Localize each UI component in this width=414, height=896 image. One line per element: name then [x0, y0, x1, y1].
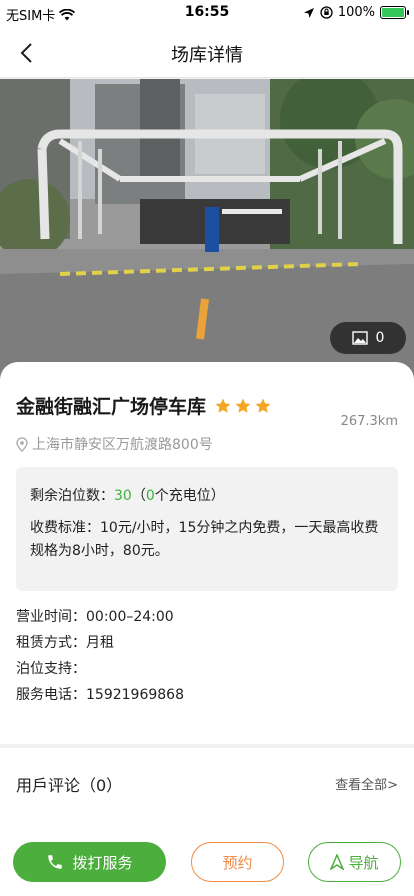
- service-phone[interactable]: 服务电话：15921969868: [16, 682, 184, 708]
- distance: 267.3km: [340, 414, 398, 429]
- parking-photo[interactable]: 0: [0, 79, 414, 379]
- navigation-arrow-icon: [330, 854, 345, 870]
- address-text: 上海市静安区万航渡路800号: [32, 437, 213, 453]
- battery-icon: [380, 6, 409, 19]
- space-support: 泊位支持：: [16, 661, 86, 677]
- call-service-label: 拨打服务: [72, 853, 133, 872]
- status-bar: 无SIM卡 16:55 100%: [0, 0, 414, 28]
- call-service-button[interactable]: 拨打服务: [13, 842, 166, 882]
- star-icon: [235, 398, 251, 413]
- photo-count-badge[interactable]: 0: [330, 322, 406, 354]
- spaces-row: 剩余泊位数：30（0个充电位）: [30, 485, 384, 507]
- battery-percent: 100%: [337, 5, 375, 20]
- business-hours: 营业时间：00:00–24:00: [16, 609, 174, 625]
- spaces-value: 30: [114, 488, 132, 504]
- page-title: 场库详情: [171, 45, 243, 66]
- fee-standard: 收费标准：10元/小时，15分钟之内免费，一天最高收费规格为8小时，80元。: [30, 520, 379, 559]
- navigate-button[interactable]: 导航: [308, 842, 401, 882]
- lot-details: 营业时间：00:00–24:00 租赁方式：月租 泊位支持： 服务电话：1592…: [16, 604, 184, 708]
- charging-open: （: [131, 488, 146, 504]
- bottom-action-bar: 拨打服务 预约 导航: [0, 828, 414, 896]
- reserve-label: 预约: [222, 853, 253, 872]
- status-right: 100%: [303, 5, 409, 20]
- rating-stars: [214, 397, 272, 415]
- location-arrow-icon: [303, 7, 314, 18]
- lot-name: 金融街融汇广场停车库: [16, 396, 207, 418]
- spaces-label: 剩余泊位数：: [30, 488, 114, 504]
- photo-count: 0: [375, 330, 385, 346]
- user-comments-section: 用戶评论（0） 查看全部>: [0, 748, 414, 828]
- reserve-button[interactable]: 预约: [191, 842, 284, 882]
- orientation-lock-icon: [320, 6, 333, 19]
- navigate-label: 导航: [348, 853, 379, 872]
- comments-title: 用戶评论（0）: [16, 776, 123, 795]
- lot-header: 金融街融汇广场停车库: [16, 392, 272, 419]
- view-all-comments-link[interactable]: 查看全部>: [335, 774, 398, 793]
- location-pin-icon: [16, 436, 28, 452]
- charging-value: 0: [145, 488, 155, 504]
- lot-detail-card: 金融街融汇广场停车库 267.3km 上海市静安区万航渡路800号 剩余泊位数：…: [0, 362, 414, 744]
- charging-label: 个充电位）: [154, 488, 225, 504]
- star-icon: [255, 398, 271, 413]
- pricing-info-box: 剩余泊位数：30（0个充电位） 收费标准：10元/小时，15分钟之内免费，一天最…: [16, 467, 398, 591]
- address-row[interactable]: 上海市静安区万航渡路800号: [16, 434, 213, 454]
- phone-icon: [48, 855, 63, 869]
- star-icon: [215, 398, 231, 413]
- image-icon: [351, 331, 368, 345]
- lease-type: 租赁方式：月租: [16, 635, 114, 651]
- nav-bar: 场库详情: [0, 28, 414, 78]
